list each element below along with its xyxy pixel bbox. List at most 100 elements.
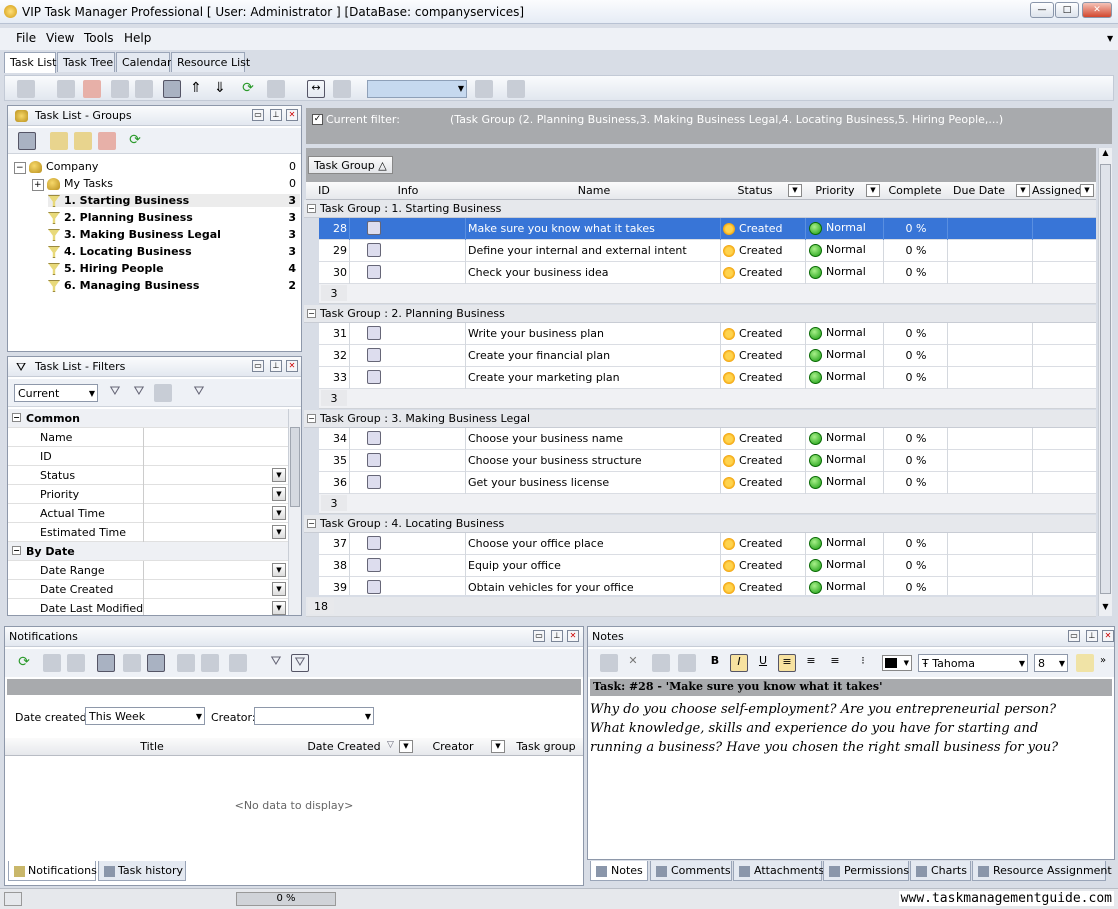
highlight-icon[interactable] — [1076, 654, 1094, 672]
chevron-down-icon[interactable]: ▼ — [272, 582, 286, 596]
apply-filter-icon[interactable]: ⛛ — [106, 384, 124, 402]
font-color-picker[interactable]: ▼ — [882, 655, 912, 671]
attachment-icon[interactable] — [367, 453, 381, 467]
filters-scrollbar[interactable] — [288, 409, 301, 615]
collapse-icon[interactable]: − — [307, 519, 316, 528]
close-button[interactable]: ✕ — [1082, 2, 1112, 18]
font-select[interactable]: Ŧ Tahoma ▼ — [918, 654, 1028, 672]
pin-icon[interactable]: ⊥ — [270, 360, 282, 372]
move-up-icon[interactable]: ⇑ — [187, 80, 205, 98]
align-right-icon[interactable]: ≡ — [826, 654, 844, 672]
col-task-group[interactable]: Task group — [509, 740, 583, 753]
col-info[interactable]: Info — [348, 184, 468, 197]
move-task-icon[interactable] — [135, 80, 153, 98]
chevron-down-icon[interactable]: ▼ — [491, 740, 505, 753]
sort-icon[interactable] — [163, 80, 181, 98]
align-center-icon[interactable]: ≡ — [802, 654, 820, 672]
filter-section-by-date[interactable]: − By Date — [8, 542, 288, 561]
minimize-button[interactable]: — — [1030, 2, 1054, 18]
print-icon[interactable] — [652, 654, 670, 672]
tab-calendar[interactable]: Calendar — [116, 52, 171, 72]
filter-row-estimated-time[interactable]: Estimated Time ▼ — [8, 523, 288, 542]
attachment-icon[interactable] — [367, 326, 381, 340]
filter-active-icon[interactable]: ⛛ — [291, 654, 309, 672]
chevron-down-icon[interactable]: ▼ — [272, 506, 286, 520]
filter-icon[interactable] — [18, 132, 36, 150]
current-filter-select[interactable]: Current ▼ — [14, 384, 98, 402]
refresh-groups-icon[interactable]: ⟳ — [126, 132, 144, 150]
columns-icon[interactable] — [333, 80, 351, 98]
add-group-icon[interactable] — [50, 132, 68, 150]
date-created-select[interactable]: This Week ▼ — [85, 707, 205, 725]
filter-checkbox[interactable]: ✓ — [312, 114, 323, 125]
tab-task-list[interactable]: Task List — [4, 52, 56, 73]
collapse-icon[interactable]: − — [307, 414, 316, 423]
print-preview-icon[interactable] — [678, 654, 696, 672]
font-size-select[interactable]: 8 ▼ — [1034, 654, 1068, 672]
task-row[interactable]: 36 Get your business license Created Normal… — [319, 472, 1096, 494]
filter-row-date-last-modified[interactable]: Date Last Modified ▼ — [8, 599, 288, 615]
attachment-icon[interactable] — [367, 558, 381, 572]
task-row[interactable]: 28 Make sure you know what it takes Create… — [319, 218, 1096, 240]
menu-file[interactable]: File — [16, 31, 36, 45]
overflow-icon[interactable]: » — [1100, 655, 1106, 666]
tree-item-group[interactable]: 4. Locating Business 3 — [48, 245, 300, 258]
tab-notes[interactable]: Notes — [590, 861, 648, 881]
attachment-icon[interactable] — [367, 475, 381, 489]
layout-icon[interactable] — [475, 80, 493, 98]
task-row[interactable]: 37 Choose your office place Created Normal 0… — [319, 533, 1096, 555]
filter-row-status[interactable]: Status ▼ — [8, 466, 288, 485]
attachment-icon[interactable] — [367, 580, 381, 594]
col-name[interactable]: Name — [468, 184, 720, 197]
print-icon[interactable] — [267, 80, 285, 98]
maximize-button[interactable]: □ — [1055, 2, 1079, 18]
col-status[interactable]: Status — [720, 184, 790, 197]
chevron-down-icon[interactable]: ▼ — [1016, 184, 1030, 197]
align-left-icon[interactable]: ≡ — [778, 654, 796, 672]
task-row[interactable]: 35 Choose your business structure Created N… — [319, 450, 1096, 472]
restore-icon[interactable]: ▭ — [252, 109, 264, 121]
filter-row-date-range[interactable]: Date Range ▼ — [8, 561, 288, 580]
read-icon[interactable] — [43, 654, 61, 672]
attachment-icon[interactable] — [367, 221, 381, 235]
tree-item-group[interactable]: 6. Managing Business 2 — [48, 279, 300, 292]
tab-resource-list[interactable]: Resource List — [171, 52, 250, 72]
chevron-down-icon[interactable]: ▼ — [272, 601, 286, 615]
tab-attachments[interactable]: Attachments — [733, 861, 824, 881]
creator-select[interactable]: ▼ — [254, 707, 374, 725]
bullets-icon[interactable]: ⁝ — [854, 654, 872, 672]
tab-task-tree[interactable]: Task Tree — [57, 52, 115, 72]
move-down-icon[interactable]: ⇓ — [211, 80, 229, 98]
tab-resource-assignment[interactable]: Resource Assignment — [972, 861, 1112, 881]
clear-filter-icon[interactable]: ⛛ — [190, 384, 208, 402]
cancel-icon[interactable]: ✕ — [624, 654, 642, 672]
refresh-icon[interactable]: ⟳ — [15, 654, 33, 672]
task-group-header[interactable]: − Task Group : 1. Starting Business — [304, 200, 1096, 218]
tab-charts[interactable]: Charts — [910, 861, 971, 881]
attachment-icon[interactable] — [367, 348, 381, 362]
edit-group-icon[interactable] — [74, 132, 92, 150]
tree-item-group[interactable]: 1. Starting Business 3 — [48, 194, 300, 207]
chevron-down-icon[interactable]: ▼ — [788, 184, 802, 197]
copy-task-icon[interactable] — [111, 80, 129, 98]
new-task-icon[interactable] — [17, 80, 35, 98]
col-priority[interactable]: Priority — [806, 184, 864, 197]
pin-icon[interactable]: ⊥ — [270, 109, 282, 121]
chevron-down-icon[interactable]: ▼ — [272, 487, 286, 501]
restore-icon[interactable]: ▭ — [252, 360, 264, 372]
options-icon[interactable] — [507, 80, 525, 98]
grid-scrollbar[interactable]: ▲ ▼ — [1098, 148, 1112, 616]
close-icon[interactable]: ✕ — [1102, 630, 1114, 642]
task-group-header[interactable]: − Task Group : 2. Planning Business — [304, 305, 1096, 323]
filter-row-date-created[interactable]: Date Created ▼ — [8, 580, 288, 599]
pin-icon[interactable]: ⊥ — [551, 630, 563, 642]
chevron-down-icon[interactable]: ▼ — [1107, 34, 1113, 43]
tree-item-group[interactable]: 5. Hiring People 4 — [48, 262, 300, 275]
attachment-icon[interactable] — [367, 243, 381, 257]
attachment-icon[interactable] — [367, 265, 381, 279]
italic-icon[interactable]: I — [730, 654, 748, 672]
view-select[interactable]: ▼ — [367, 80, 467, 98]
save-filter-icon[interactable] — [154, 384, 172, 402]
task-row[interactable]: 32 Create your financial plan Created Norma… — [319, 345, 1096, 367]
chevron-down-icon[interactable]: ▼ — [399, 740, 413, 753]
